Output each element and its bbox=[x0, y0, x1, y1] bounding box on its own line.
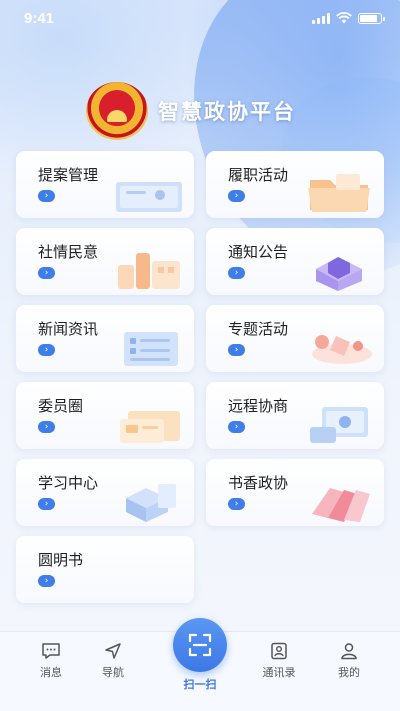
card-label: 委员圈 bbox=[38, 397, 84, 415]
chevron-right-icon: › bbox=[228, 190, 245, 202]
buildings-illustration bbox=[118, 253, 180, 289]
tab-label: 消息 bbox=[40, 666, 62, 679]
tab-navigation[interactable]: 导航 bbox=[83, 642, 143, 680]
tab-messages[interactable]: 消息 bbox=[21, 642, 81, 680]
status-icons bbox=[312, 12, 385, 24]
chevron-right-icon: › bbox=[38, 344, 55, 356]
card-label: 学习中心 bbox=[38, 474, 99, 492]
card-label: 远程协商 bbox=[228, 397, 289, 415]
user-icon bbox=[339, 642, 359, 660]
navigation-icon bbox=[103, 642, 123, 660]
chevron-right-icon: › bbox=[38, 421, 55, 433]
battery-icon bbox=[358, 12, 385, 24]
books-illustration bbox=[312, 488, 370, 522]
wifi-icon bbox=[336, 12, 352, 24]
screen-illustration bbox=[310, 407, 368, 443]
card-remote-consultation[interactable]: 远程协商 › bbox=[206, 382, 384, 449]
card-yuanming-book[interactable]: 圆明书 › bbox=[16, 536, 194, 603]
card-label: 社情民意 bbox=[38, 243, 99, 261]
chevron-right-icon: › bbox=[38, 190, 55, 202]
folder-illustration bbox=[308, 174, 370, 212]
news-board-illustration bbox=[124, 332, 178, 366]
cppcc-emblem-logo bbox=[86, 82, 148, 140]
card-member-circle[interactable]: 委员圈 › bbox=[16, 382, 194, 449]
card-duty-activities[interactable]: 履职活动 › bbox=[206, 151, 384, 218]
chevron-right-icon: › bbox=[228, 344, 245, 356]
tab-label: 导航 bbox=[102, 666, 124, 679]
message-icon bbox=[41, 642, 61, 660]
card-learning-center[interactable]: 学习中心 › bbox=[16, 459, 194, 526]
chevron-right-icon: › bbox=[228, 498, 245, 510]
activity-illustration bbox=[312, 335, 372, 364]
scan-button[interactable] bbox=[173, 618, 227, 672]
card-label: 专题活动 bbox=[228, 320, 289, 338]
tab-label-scan[interactable]: 扫一扫 bbox=[170, 676, 230, 692]
chevron-right-icon: › bbox=[38, 575, 55, 587]
tab-contacts[interactable]: 通讯录 bbox=[249, 642, 309, 680]
card-label: 通知公告 bbox=[228, 243, 289, 261]
card-label: 履职活动 bbox=[228, 166, 289, 184]
app-header: 智慧政协平台 bbox=[86, 82, 296, 140]
tab-label: 我的 bbox=[338, 666, 360, 679]
circle-document-illustration bbox=[120, 411, 180, 443]
chevron-right-icon: › bbox=[228, 267, 245, 279]
box-illustration bbox=[316, 257, 362, 291]
card-label: 书香政协 bbox=[228, 474, 289, 492]
card-special-activities[interactable]: 专题活动 › bbox=[206, 305, 384, 372]
chevron-right-icon: › bbox=[228, 421, 245, 433]
tab-profile[interactable]: 我的 bbox=[319, 642, 379, 680]
page-title: 智慧政协平台 bbox=[158, 100, 296, 124]
card-reading-cppcc[interactable]: 书香政协 › bbox=[206, 459, 384, 526]
document-card-illustration bbox=[116, 182, 182, 212]
card-news[interactable]: 新闻资讯 › bbox=[16, 305, 194, 372]
scan-icon bbox=[188, 633, 212, 657]
card-label: 圆明书 bbox=[38, 551, 84, 569]
chevron-right-icon: › bbox=[38, 267, 55, 279]
card-public-opinion[interactable]: 社情民意 › bbox=[16, 228, 194, 295]
card-label: 提案管理 bbox=[38, 166, 99, 184]
card-proposal-management[interactable]: 提案管理 › bbox=[16, 151, 194, 218]
status-bar: 9:41 bbox=[0, 0, 400, 36]
card-notice[interactable]: 通知公告 › bbox=[206, 228, 384, 295]
tab-label: 通讯录 bbox=[262, 666, 296, 679]
card-label: 新闻资讯 bbox=[38, 320, 99, 338]
bottom-tab-bar: 消息 导航 扫一扫 通讯录 我的 bbox=[0, 618, 400, 711]
cube-illustration bbox=[126, 484, 176, 522]
status-time: 9:41 bbox=[24, 9, 55, 27]
contacts-icon bbox=[269, 642, 289, 660]
chevron-right-icon: › bbox=[38, 498, 55, 510]
signal-icon bbox=[312, 12, 330, 24]
